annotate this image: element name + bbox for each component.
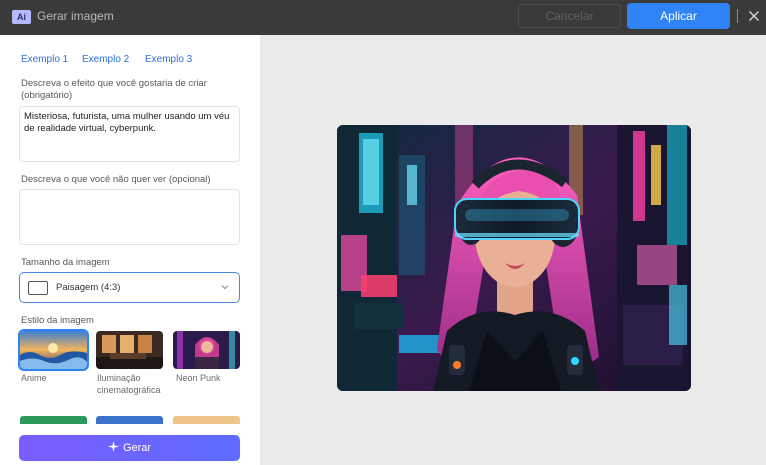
apply-button[interactable]: Aplicar [627, 3, 730, 29]
style-thumbnail-partial[interactable] [96, 416, 163, 424]
settings-panel: Exemplo 1 Exemplo 2 Exemplo 3 Descreva o… [0, 35, 260, 465]
title-bar: Ai Gerar imagem Cancelar Aplicar [0, 0, 766, 35]
image-size-value: Paisagem (4:3) [56, 282, 121, 293]
close-icon[interactable] [746, 8, 762, 24]
generate-label: Gerar [122, 442, 152, 454]
generate-button[interactable]: Gerar [19, 435, 240, 461]
style-neon-punk-label: Neon Punk [176, 373, 221, 383]
cancel-button[interactable]: Cancelar [518, 4, 621, 28]
image-style-label: Estilo da imagem [21, 315, 94, 326]
style-thumbnail-partial[interactable] [20, 416, 87, 424]
sparkle-icon [107, 441, 119, 452]
image-size-select[interactable]: Paisagem (4:3) [19, 272, 240, 303]
prompt-label: Descreva o efeito que você gostaria de c… [21, 78, 207, 101]
style-anime-label: Anime [21, 373, 47, 383]
example-2-link[interactable]: Exemplo 2 [82, 54, 129, 65]
negative-prompt-label: Descreva o que você não quer ver (opcion… [21, 174, 211, 185]
prompt-textarea[interactable]: Misteriosa, futurista, uma mulher usando… [19, 106, 240, 162]
style-cinematic-thumbnail[interactable] [96, 331, 163, 369]
style-thumbnail-partial[interactable] [173, 416, 240, 424]
aspect-ratio-icon [28, 281, 48, 295]
style-neon-punk-thumbnail[interactable] [173, 331, 240, 369]
ai-logo-icon: Ai [12, 10, 31, 24]
style-cinematic-label: Iluminação cinematográfica [97, 373, 161, 395]
image-size-label: Tamanho da imagem [21, 257, 110, 268]
window-title: Gerar imagem [37, 9, 114, 23]
example-1-link[interactable]: Exemplo 1 [21, 54, 68, 65]
chevron-down-icon [221, 285, 229, 290]
generated-image-preview [337, 125, 691, 391]
example-3-link[interactable]: Exemplo 3 [145, 54, 192, 65]
toolbar-divider [737, 9, 738, 23]
negative-prompt-textarea[interactable] [19, 189, 240, 245]
style-anime-thumbnail[interactable] [18, 329, 89, 371]
